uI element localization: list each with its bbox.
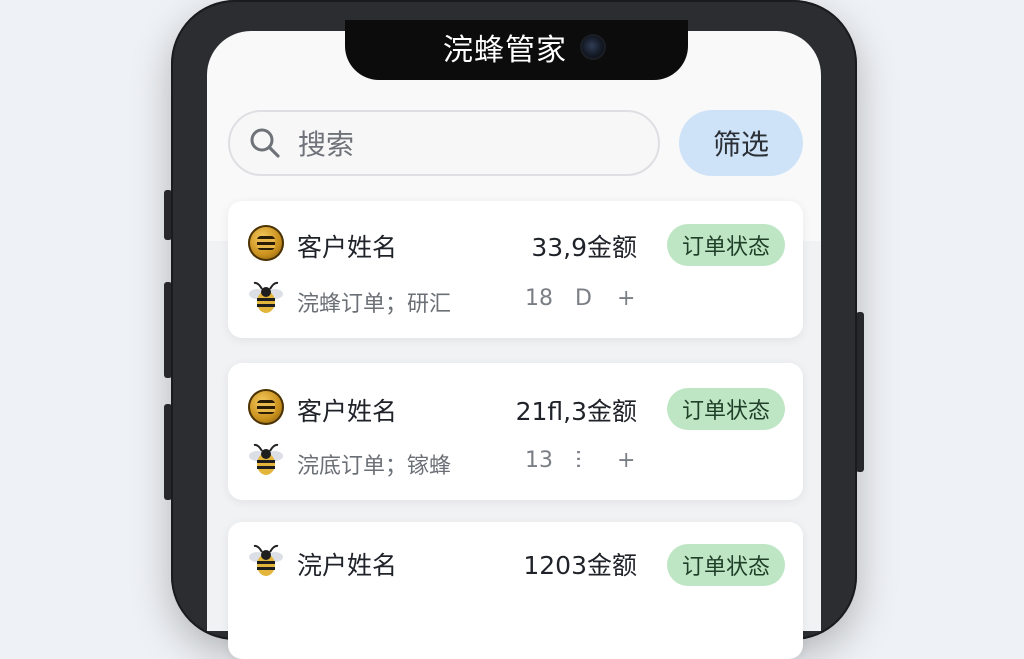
search-icon [250,128,280,158]
search-bar[interactable] [228,110,660,176]
order-card[interactable]: 浣户姓名 1203金额 订单状态 [228,522,803,659]
status-badge[interactable]: 订单状态 [667,224,785,266]
order-tag: ⵗ [575,448,583,473]
order-amount: 33,9金额 [531,233,637,262]
order-subtitle: 浣底订单；镓蜂 [297,454,452,479]
customer-avatar [248,225,284,261]
app-title: 浣蜂管家 [443,33,567,68]
status-badge[interactable]: 订单状态 [667,388,785,430]
order-amount: 1203金额 [523,551,637,580]
bee-icon [249,443,283,475]
filter-button[interactable]: 筛选 [679,110,803,176]
customer-name: 浣户姓名 [297,551,398,580]
order-card[interactable]: 客户姓名 33,9金额 订单状态 浣蜂订单；研汇 18 D + [228,201,803,338]
add-icon[interactable]: + [617,448,635,473]
order-tag: D [575,286,592,311]
customer-name: 客户姓名 [297,233,398,262]
order-subtitle: 浣蜂订单；研汇 [297,292,452,317]
search-input[interactable] [296,120,640,168]
customer-avatar [248,389,284,425]
power-button [856,312,864,472]
customer-name: 客户姓名 [297,397,398,426]
add-icon[interactable]: + [617,286,635,311]
bee-icon [249,281,283,313]
status-badge[interactable]: 订单状态 [667,544,785,586]
order-meta: 13 ⵗ + [525,448,635,473]
order-count: 13 [525,448,553,473]
bee-icon [249,544,283,576]
order-count: 18 [525,286,553,311]
order-meta: 18 D + [525,286,635,311]
camera-icon [582,36,604,58]
order-card[interactable]: 客户姓名 21fl,3金额 订单状态 浣底订单；镓蜂 13 ⵗ + [228,363,803,500]
order-amount: 21fl,3金额 [515,397,637,426]
